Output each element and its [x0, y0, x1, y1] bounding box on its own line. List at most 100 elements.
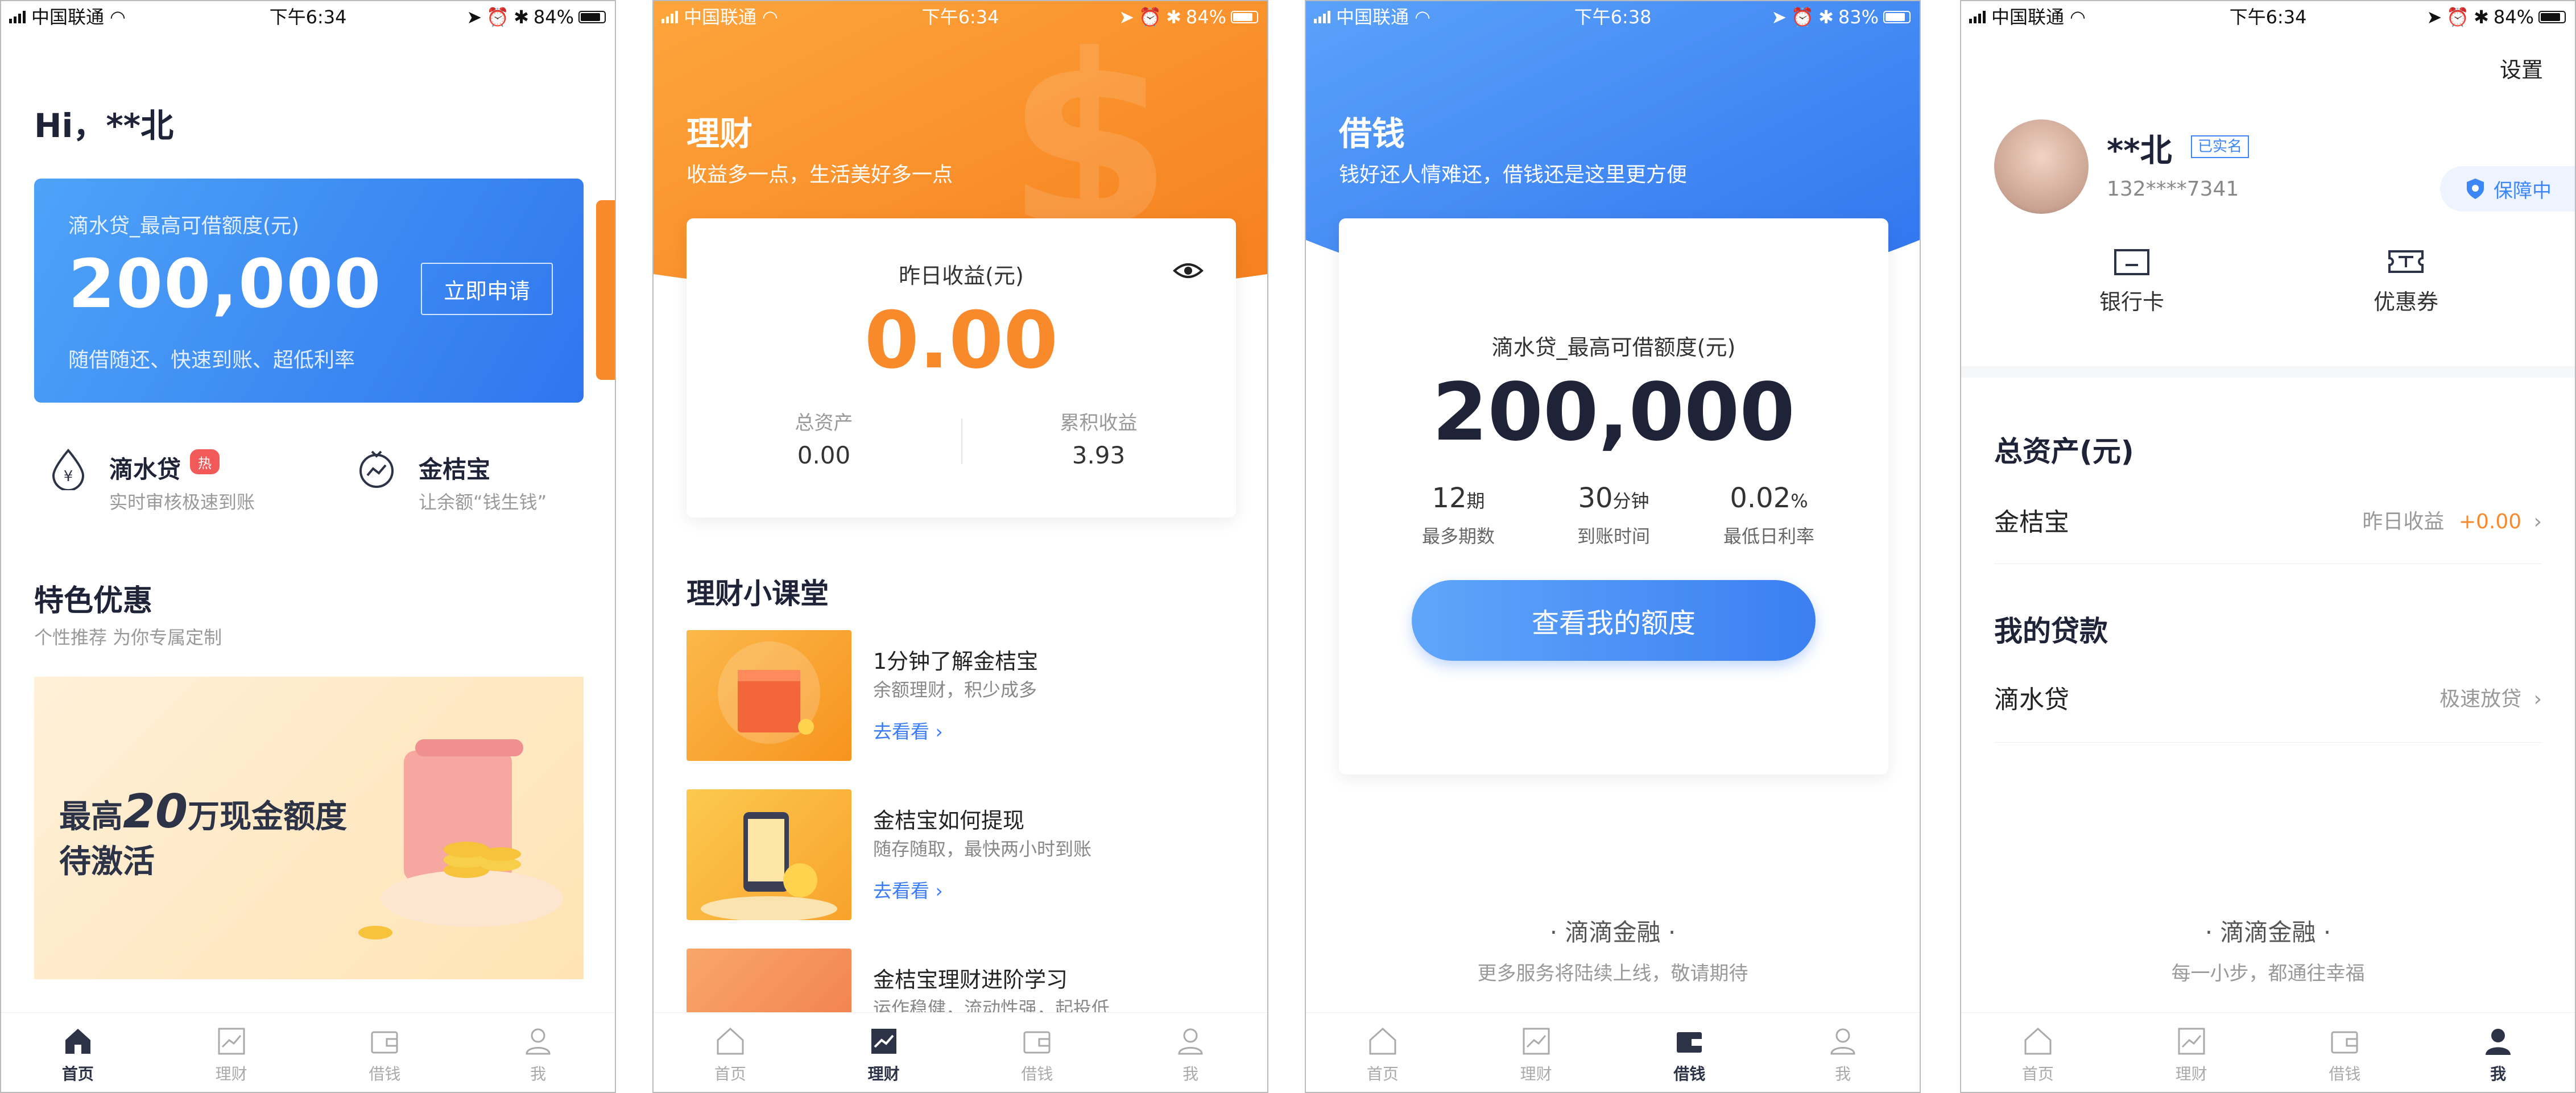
earnings-card: 昨日收益(元) 0.00 总资产 0.00 累积收益 3.93 — [687, 218, 1236, 517]
wallet-icon — [1677, 1032, 1702, 1053]
tab-borrow[interactable]: 借钱 — [1613, 1013, 1767, 1092]
page-subtitle: 收益多一点，生活美好多一点 — [687, 163, 953, 187]
me-screen: 中国联通 ◠ 下午6:34 ➤ ⏰ ✱ 84% 设置 **北 已实名 132****73… — [1960, 0, 2576, 1093]
settings-link[interactable]: 设置 — [2500, 52, 2543, 84]
check-limit-button[interactable]: 查看我的额度 — [1412, 580, 1816, 661]
chevron-right-icon: › — [2533, 688, 2542, 711]
card-amount: 200,000 — [68, 245, 382, 323]
tab-label: 借钱 — [1673, 1065, 1706, 1083]
home-screen: 中国联通 ◠ 下午6:34 ➤ ⏰ ✱ 84% Hi，**北 滴水贷_最高可借额度(元)… — [0, 0, 616, 1093]
tab-finance[interactable]: 理财 — [807, 1013, 961, 1092]
status-bar: 中国联通 ◠ 下午6:34 ➤ ⏰ ✱ 84% — [1961, 1, 2575, 33]
tab-home[interactable]: 首页 — [1306, 1013, 1459, 1092]
tab-label: 首页 — [1366, 1065, 1399, 1083]
tab-finance[interactable]: 理财 — [1459, 1013, 1613, 1092]
product-name-jinjubao[interactable]: 金桔宝 — [419, 450, 490, 485]
battery-percent: 84% — [2493, 6, 2534, 28]
home-icon — [717, 1027, 744, 1055]
borrow-screen: 中国联通 ◠ 下午6:38 ➤ ⏰ ✱ 83% 借钱 钱好还人情难还，借钱还是这里更方便… — [1305, 0, 1921, 1093]
location-icon: ➤ — [1119, 6, 1135, 28]
tab-borrow[interactable]: 借钱 — [2268, 1013, 2422, 1092]
stat-label: 最低日利率 — [1723, 525, 1814, 547]
course-link[interactable]: 去看看 › — [873, 717, 943, 744]
apply-button[interactable]: 立即申请 — [421, 263, 553, 315]
stat-unit: 分钟 — [1612, 490, 1649, 512]
tab-bar: 首页 理财 借钱 我 — [1961, 1012, 2575, 1092]
jinjubao-icon — [355, 447, 398, 490]
stat-value: 30 — [1578, 482, 1613, 514]
verified-badge: 已实名 — [2191, 135, 2250, 158]
tab-label: 理财 — [2175, 1065, 2207, 1083]
loans-title: 我的贷款 — [1994, 615, 2108, 648]
loan-limit-card[interactable]: 滴水贷_最高可借额度(元) 200,000 立即申请 随借随还、快速到账、超低利… — [34, 179, 584, 403]
tab-me[interactable]: 我 — [1766, 1013, 1920, 1092]
battery-percent: 83% — [1838, 6, 1879, 28]
wallet-icon — [2331, 1031, 2358, 1054]
tab-finance[interactable]: 理财 — [155, 1013, 308, 1092]
tab-label: 首页 — [714, 1065, 746, 1083]
course-item[interactable]: 金桔宝如何提现 随存随取，最快两小时到账 去看看 › — [687, 789, 1233, 920]
tab-me[interactable]: 我 — [2421, 1013, 2575, 1092]
protection-status[interactable]: 保障中 — [2440, 166, 2575, 212]
brand-footer-subtitle: 每一小步，都通往幸福 — [2171, 962, 2365, 985]
total-assets-value: 0.00 — [797, 441, 851, 469]
featured-subtitle: 个性推荐 为你专属定制 — [34, 627, 222, 648]
stat-arrival-time: 30分钟 到账时间 — [1540, 482, 1688, 548]
alarm-icon: ⏰ — [1791, 6, 1814, 28]
home-icon — [2024, 1027, 2052, 1055]
row-detail-value: +0.00 — [2458, 510, 2522, 533]
tab-label: 理财 — [215, 1065, 247, 1083]
page-title: 理财 — [687, 114, 753, 153]
stat-min-rate: 0.02% 最低日利率 — [1695, 482, 1843, 548]
coupon-shortcut[interactable]: 优惠券 — [2332, 246, 2480, 316]
bank-card-shortcut[interactable]: 银行卡 — [2058, 246, 2206, 316]
tab-bar: 首页 理财 借钱 我 — [1, 1012, 615, 1092]
course-subtitle: 随存随取，最快两小时到账 — [873, 838, 1092, 860]
tab-me[interactable]: 我 — [461, 1013, 615, 1092]
tab-home[interactable]: 首页 — [1, 1013, 155, 1092]
tab-home[interactable]: 首页 — [654, 1013, 807, 1092]
jinjubao-row[interactable]: 金桔宝 昨日收益 +0.00 › — [1994, 490, 2542, 564]
bluetooth-icon: ✱ — [1818, 6, 1834, 28]
dishuidai-row[interactable]: 滴水贷 极速放贷 › — [1994, 670, 2542, 743]
row-detail: 极速放贷 › — [2439, 682, 2542, 712]
coupon-icon — [2388, 250, 2424, 273]
tab-me[interactable]: 我 — [1114, 1013, 1267, 1092]
chart-icon — [1523, 1028, 1550, 1055]
cumulative-label: 累积收益 — [1060, 412, 1138, 434]
promo-banner[interactable]: 最高20万现金额度 待激活 — [34, 677, 584, 979]
chart-icon — [871, 1029, 896, 1054]
row-detail-label: 昨日收益 — [2362, 510, 2445, 533]
avatar[interactable] — [1994, 119, 2089, 214]
banner-number: 20 — [123, 785, 188, 839]
tab-label: 我 — [1182, 1065, 1199, 1083]
cumulative-value: 3.93 — [1072, 441, 1126, 469]
classroom-title: 理财小课堂 — [687, 577, 829, 610]
course-link[interactable]: 去看看 › — [873, 876, 943, 903]
total-assets-label: 总资产 — [795, 412, 853, 434]
product-desc-dishuidai: 实时审核极速到账 — [109, 491, 255, 513]
course-item[interactable]: 1分钟了解金桔宝 余额理财，积少成多 去看看 › — [687, 630, 1233, 761]
tab-label: 首页 — [2021, 1065, 2054, 1083]
status-bar: 中国联通 ◠ 下午6:34 ➤ ⏰ ✱ 84% — [1, 1, 615, 33]
tab-label: 我 — [530, 1065, 547, 1083]
course-thumbnail — [687, 789, 851, 920]
product-name-dishuidai[interactable]: 滴水贷 — [109, 450, 181, 485]
eye-icon[interactable] — [1172, 257, 1204, 284]
tab-home[interactable]: 首页 — [1961, 1013, 2115, 1092]
tab-borrow[interactable]: 借钱 — [308, 1013, 462, 1092]
course-title: 金桔宝如何提现 — [873, 808, 1025, 833]
tab-borrow[interactable]: 借钱 — [961, 1013, 1114, 1092]
section-separator — [1961, 366, 2575, 378]
chevron-right-icon: › — [2533, 510, 2542, 533]
banner-prefix: 最高 — [59, 798, 123, 835]
card-subtitle: 随借随还、快速到账、超低利率 — [68, 349, 355, 372]
page-title: 借钱 — [1339, 114, 1405, 153]
tab-label: 我 — [1835, 1065, 1851, 1083]
next-card-peek[interactable] — [596, 200, 615, 380]
tab-finance[interactable]: 理财 — [2115, 1013, 2268, 1092]
featured-title: 特色优惠 — [34, 584, 153, 618]
banner-headline: 最高20万现金额度 — [59, 785, 347, 839]
alarm-icon: ⏰ — [2446, 6, 2470, 28]
stat-label: 到账时间 — [1577, 525, 1650, 547]
